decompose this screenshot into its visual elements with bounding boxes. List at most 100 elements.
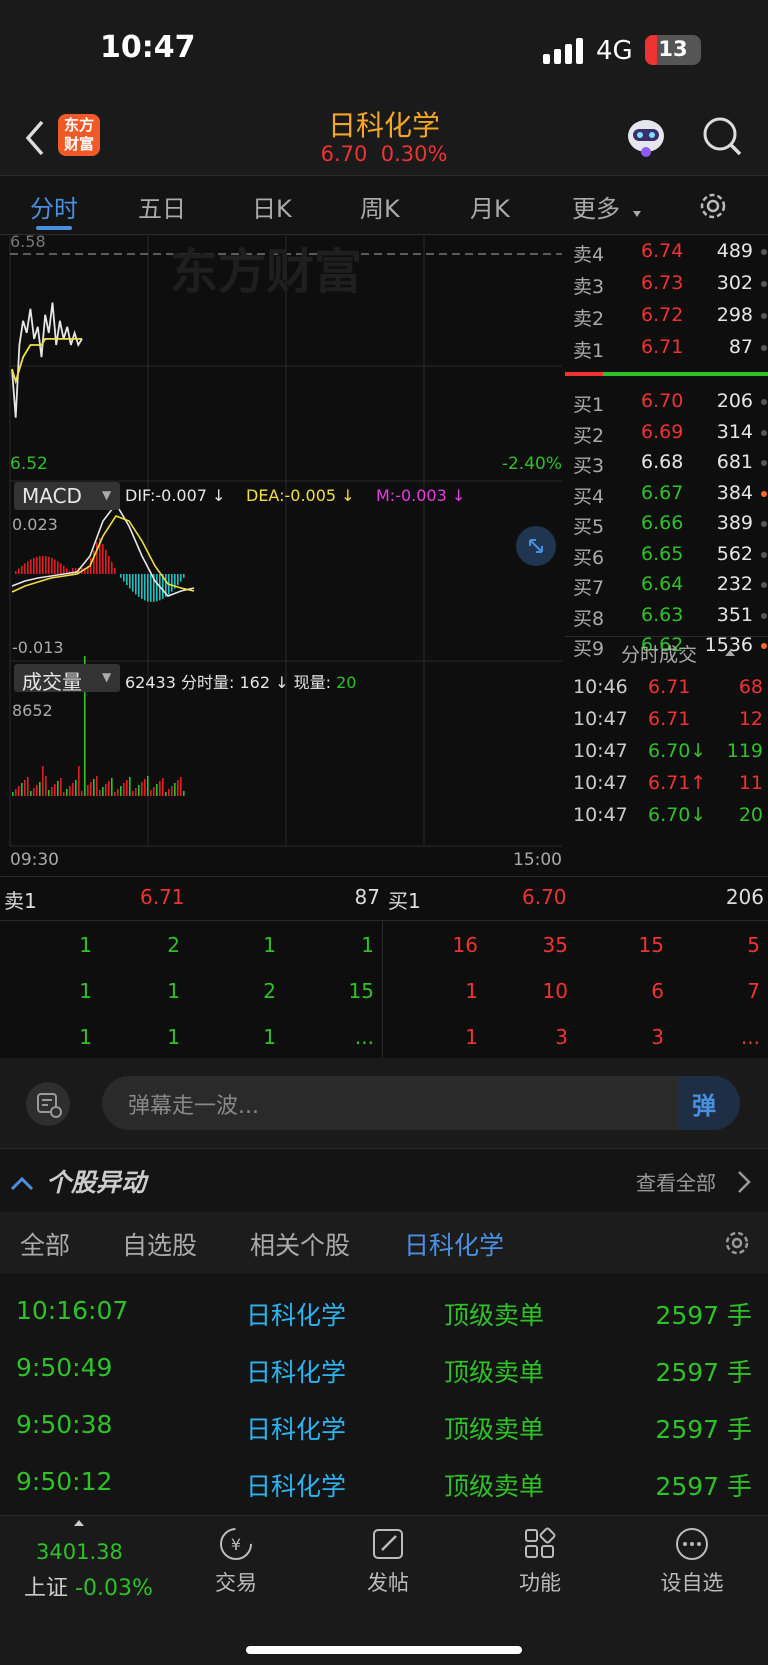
bid-row[interactable]: 买7 6.64 232 (573, 569, 767, 601)
bid-vol: 681 (716, 451, 753, 473)
volume-bar (108, 781, 110, 796)
ask-vol: 298 (716, 304, 753, 326)
volume-bar (105, 784, 107, 796)
volume-selector[interactable]: 成交量 ▼ (14, 664, 120, 694)
macd-bar (75, 568, 77, 574)
order-book: 卖4 6.74 489 卖3 6.73 302 卖2 6.72 298 卖1 6… (565, 236, 768, 876)
ask-queue-cell: 2 (167, 933, 180, 957)
edit-icon (373, 1529, 403, 1559)
macd-bar (39, 556, 41, 574)
gear-icon[interactable] (696, 189, 730, 223)
chart-canvas (9, 236, 562, 847)
volume-bar (96, 776, 98, 796)
filter-all[interactable]: 全部 (20, 1226, 70, 1262)
depth-ask-price: 6.71 (140, 885, 185, 909)
chevron-right-icon[interactable] (736, 1169, 752, 1195)
bid-row[interactable]: 买3 6.68 681 (573, 447, 767, 479)
tab-daily-k[interactable]: 日K (252, 189, 292, 224)
search-icon[interactable] (700, 114, 744, 158)
tab-weekly-k[interactable]: 周K (360, 189, 400, 224)
ask-label: 卖4 (573, 244, 605, 266)
status-bar: 10:47 4G 13 (0, 0, 768, 100)
depth-ask-vol: 87 (354, 885, 380, 909)
macd-selector[interactable]: MACD ▼ (14, 482, 120, 510)
macd-bar (18, 568, 20, 574)
depth-queue: 卖1 6.71 87 买1 6.70 206 1 2 1 1 1 1 2 15 1 1 1... 1… (0, 876, 768, 1059)
ask-dot-icon (761, 249, 767, 255)
grid-icon (525, 1527, 556, 1558)
tab-five-day[interactable]: 五日 (138, 189, 186, 224)
stock-anomaly-header: 个股异动 查看全部 (0, 1148, 768, 1220)
event-row[interactable]: 10:16:07 日科化学 顶级卖单 2597 手 (0, 1284, 768, 1340)
filter-related[interactable]: 相关个股 (250, 1226, 350, 1262)
index-value[interactable]: 3401.38 (36, 1540, 123, 1564)
filter-gear-icon[interactable] (722, 1228, 752, 1258)
filter-watchlist[interactable]: 自选股 (122, 1226, 197, 1262)
tab-minute[interactable]: 分时 (30, 189, 78, 224)
ask-queue-cell: 15 (348, 979, 374, 1003)
bid-queue-cell: 1 (465, 979, 478, 1003)
volume-bar (63, 792, 65, 796)
ask-row[interactable]: 卖1 6.71 87 (573, 332, 767, 364)
robot-assistant-icon[interactable] (624, 114, 668, 158)
bid-row[interactable]: 买5 6.66 389 (573, 508, 767, 540)
macd-bar (111, 562, 113, 574)
trade-time: 10:47 (573, 772, 628, 794)
index-pct: -0.03% (75, 1576, 153, 1601)
volume-bar (150, 790, 152, 796)
macd-bar (60, 563, 62, 574)
event-row[interactable]: 9:50:12 日科化学 顶级卖单 2597 手 (0, 1455, 768, 1511)
filter-stock[interactable]: 日科化学 (404, 1226, 504, 1262)
macd-bar (126, 574, 128, 586)
volume-minute: 分时量: 162 ↓ (181, 673, 289, 692)
battery-level: 13 (658, 37, 688, 61)
ask-price: 6.72 (641, 304, 684, 326)
volume-bar (120, 786, 122, 796)
danmu-send-button[interactable]: 弹 (678, 1076, 740, 1130)
tab-more[interactable]: 更多 (572, 189, 620, 224)
macd-bar (42, 556, 44, 574)
event-row[interactable]: 9:50:49 日科化学 顶级卖单 2597 手 (0, 1341, 768, 1397)
nav-trade[interactable]: ¥ 交易 (186, 1526, 286, 1597)
danmu-list-icon[interactable] (26, 1082, 70, 1126)
volume-bar (72, 783, 74, 796)
volume-bar (24, 780, 26, 796)
trade-row: 10:46 6.71 68 (573, 672, 763, 704)
collapse-icon[interactable] (10, 1173, 34, 1193)
trade-price: 6.70↓ (648, 740, 707, 762)
ask-row[interactable]: 卖4 6.74 489 (573, 236, 767, 268)
volume-bar (111, 778, 113, 796)
danmu-input[interactable]: 弹幕走一波... 弹 (102, 1076, 740, 1130)
tab-monthly-k[interactable]: 月K (470, 189, 510, 224)
home-indicator (246, 1646, 522, 1654)
bottom-nav: 3401.38 上证 -0.03% ¥ 交易 发帖 功能 设自选 (0, 1515, 768, 1665)
macd-bar (114, 568, 116, 574)
nav-function[interactable]: 功能 (490, 1526, 590, 1597)
trades-title[interactable]: 分时成交 (621, 640, 697, 667)
nav-add-watch[interactable]: 设自选 (642, 1526, 742, 1597)
macd-bar (48, 556, 50, 574)
bid-row[interactable]: 买1 6.70 206 (573, 386, 767, 418)
bid-row[interactable]: 买2 6.69 314 (573, 417, 767, 449)
event-row[interactable]: 9:50:38 日科化学 顶级卖单 2597 手 (0, 1398, 768, 1454)
volume-total: 62433 (125, 673, 176, 692)
trade-time: 10:47 (573, 740, 628, 762)
ask-row[interactable]: 卖2 6.72 298 (573, 300, 767, 332)
index-ticker[interactable]: 上证 -0.03% (24, 1570, 153, 1602)
volume-bar (18, 786, 20, 796)
intraday-chart[interactable]: 东方财富 6.58 6.52 -2.40% MACD ▼ DIF:-0.007 … (0, 232, 565, 876)
expand-icon[interactable] (516, 526, 556, 566)
depth-bid-vol: 206 (725, 885, 764, 909)
nav-post[interactable]: 发帖 (338, 1526, 438, 1597)
danmu-placeholder: 弹幕走一波... (128, 1094, 259, 1119)
macd-bar (144, 574, 146, 601)
view-all-link[interactable]: 查看全部 (636, 1167, 716, 1196)
bid-row[interactable]: 买6 6.65 562 (573, 539, 767, 571)
bid-ratio-bar (603, 372, 768, 376)
macd-bar (132, 574, 134, 592)
bid-row[interactable]: 买4 6.67 384 (573, 478, 767, 510)
volume-bar (168, 789, 170, 796)
ask-row[interactable]: 卖3 6.73 302 (573, 268, 767, 300)
bid-row[interactable]: 买8 6.63 351 (573, 600, 767, 632)
macd-bar (21, 565, 23, 574)
